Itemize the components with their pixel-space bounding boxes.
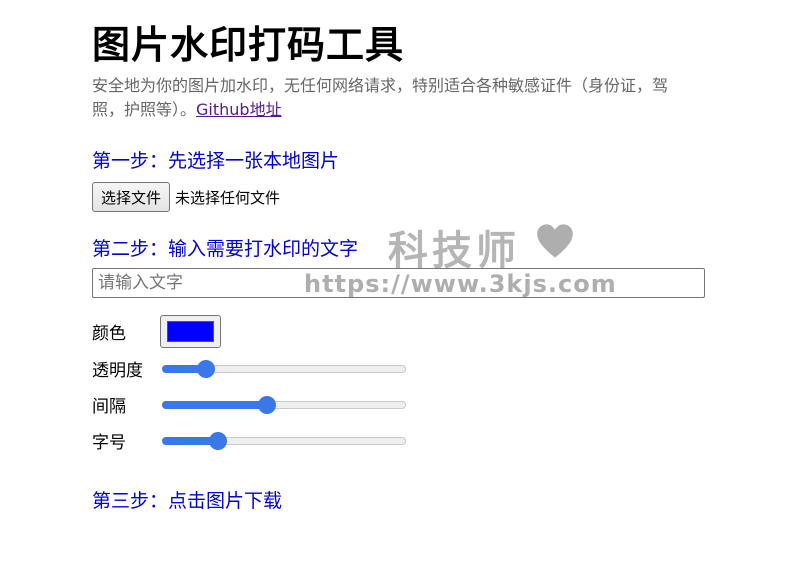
spacing-slider[interactable] (162, 396, 406, 414)
slider-thumb[interactable] (197, 360, 215, 378)
subtitle-text: 安全地为你的图片加水印，无任何网络请求，特别适合各种敏感证件（身份证，驾照，护照… (92, 76, 669, 119)
page-title: 图片水印打码工具 (92, 23, 405, 67)
color-picker[interactable] (160, 314, 221, 348)
fontsize-row: 字号 (92, 422, 712, 458)
slider-thumb[interactable] (209, 432, 227, 450)
spacing-row: 间隔 (92, 386, 712, 422)
opacity-row: 透明度 (92, 350, 712, 386)
color-row: 颜色 (92, 312, 712, 350)
page: 图片水印打码工具 安全地为你的图片加水印，无任何网络请求，特别适合各种敏感证件（… (0, 0, 800, 584)
main-container: 图片水印打码工具 安全地为你的图片加水印，无任何网络请求，特别适合各种敏感证件（… (92, 18, 712, 514)
step3-heading: 第三步：点击图片下载 (92, 490, 283, 512)
choose-file-button[interactable]: 选择文件 (92, 182, 171, 212)
color-picker-fill (167, 320, 214, 342)
spacing-label: 间隔 (92, 396, 126, 417)
color-label: 颜色 (92, 323, 126, 344)
file-picker: 选择文件 未选择任何文件 (92, 182, 712, 212)
github-link[interactable]: Github地址 (196, 100, 282, 119)
watermark-text-input[interactable] (92, 268, 705, 298)
fontsize-slider[interactable] (162, 432, 406, 450)
slider-fill (162, 401, 267, 409)
file-status-text: 未选择任何文件 (175, 188, 281, 207)
step2-heading: 第二步：输入需要打水印的文字 (92, 238, 359, 260)
page-subtitle: 安全地为你的图片加水印，无任何网络请求，特别适合各种敏感证件（身份证，驾照，护照… (92, 74, 692, 122)
slider-thumb[interactable] (258, 396, 276, 414)
opacity-label: 透明度 (92, 360, 143, 381)
opacity-slider[interactable] (162, 360, 406, 378)
fontsize-label: 字号 (92, 432, 126, 453)
step1-heading: 第一步：先选择一张本地图片 (92, 150, 340, 172)
